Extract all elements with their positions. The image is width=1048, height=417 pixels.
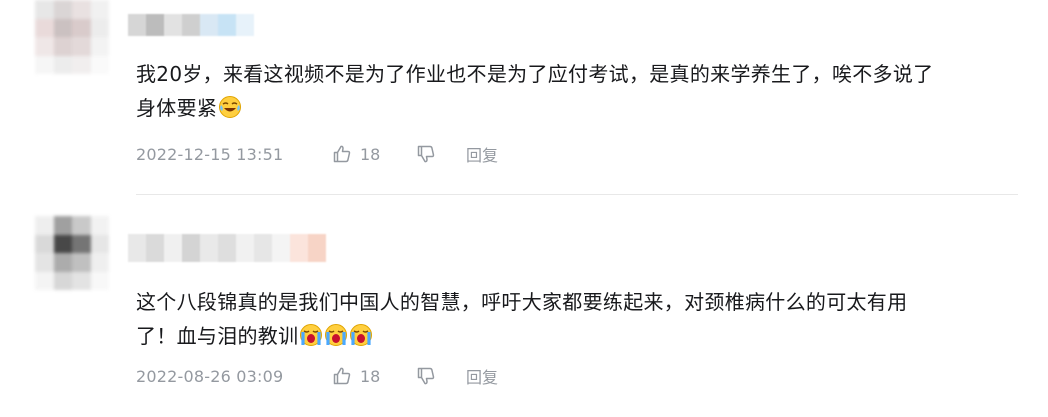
- comment-line: 我20岁，来看这视频不是为了作业也不是为了应付考试，是真的来学养生了，唉不多说了: [136, 62, 934, 86]
- thumbs-up-icon: [333, 145, 351, 163]
- divider: [136, 194, 1018, 195]
- like-button[interactable]: 18: [332, 366, 416, 386]
- comment-text: 这个八段锦真的是我们中国人的智慧，呼吁大家都要练起来，对颈椎病什么的可太有用 了…: [136, 285, 1016, 353]
- timestamp: 2022-12-15 13:51: [136, 144, 284, 164]
- comment-meta: 2022-12-15 13:51 18 回复: [136, 142, 498, 166]
- comment-item: 这个八段锦真的是我们中国人的智慧，呼吁大家都要练起来，对颈椎病什么的可太有用 了…: [0, 196, 1048, 417]
- dislike-button[interactable]: [416, 144, 466, 164]
- username[interactable]: [128, 14, 254, 36]
- thumbs-down-icon: [417, 367, 435, 385]
- like-count: 18: [360, 366, 381, 386]
- comment-line: 了！血与泪的教训: [136, 324, 299, 348]
- like-button[interactable]: 18: [332, 144, 416, 164]
- thumbs-up-icon: [333, 367, 351, 385]
- like-count: 18: [360, 144, 381, 164]
- comment-text: 我20岁，来看这视频不是为了作业也不是为了应付考试，是真的来学养生了，唉不多说了…: [136, 57, 1016, 125]
- loudly-crying-emoji: [350, 324, 373, 346]
- username[interactable]: [128, 234, 326, 262]
- loudly-crying-emoji: [325, 324, 348, 346]
- reply-button[interactable]: 回复: [466, 142, 498, 166]
- tears-of-joy-emoji: [219, 96, 242, 118]
- reply-button[interactable]: 回复: [466, 364, 498, 388]
- loudly-crying-emoji: [300, 324, 323, 346]
- comment-item: 我20岁，来看这视频不是为了作业也不是为了应付考试，是真的来学养生了，唉不多说了…: [0, 0, 1048, 196]
- timestamp: 2022-08-26 03:09: [136, 366, 284, 386]
- dislike-button[interactable]: [416, 366, 466, 386]
- thumbs-down-icon: [417, 145, 435, 163]
- avatar[interactable]: [35, 0, 109, 74]
- comment-line: 这个八段锦真的是我们中国人的智慧，呼吁大家都要练起来，对颈椎病什么的可太有用: [136, 290, 908, 314]
- comment-meta: 2022-08-26 03:09 18 回复: [136, 364, 498, 388]
- avatar[interactable]: [35, 216, 109, 290]
- comment-line: 身体要紧: [136, 96, 218, 120]
